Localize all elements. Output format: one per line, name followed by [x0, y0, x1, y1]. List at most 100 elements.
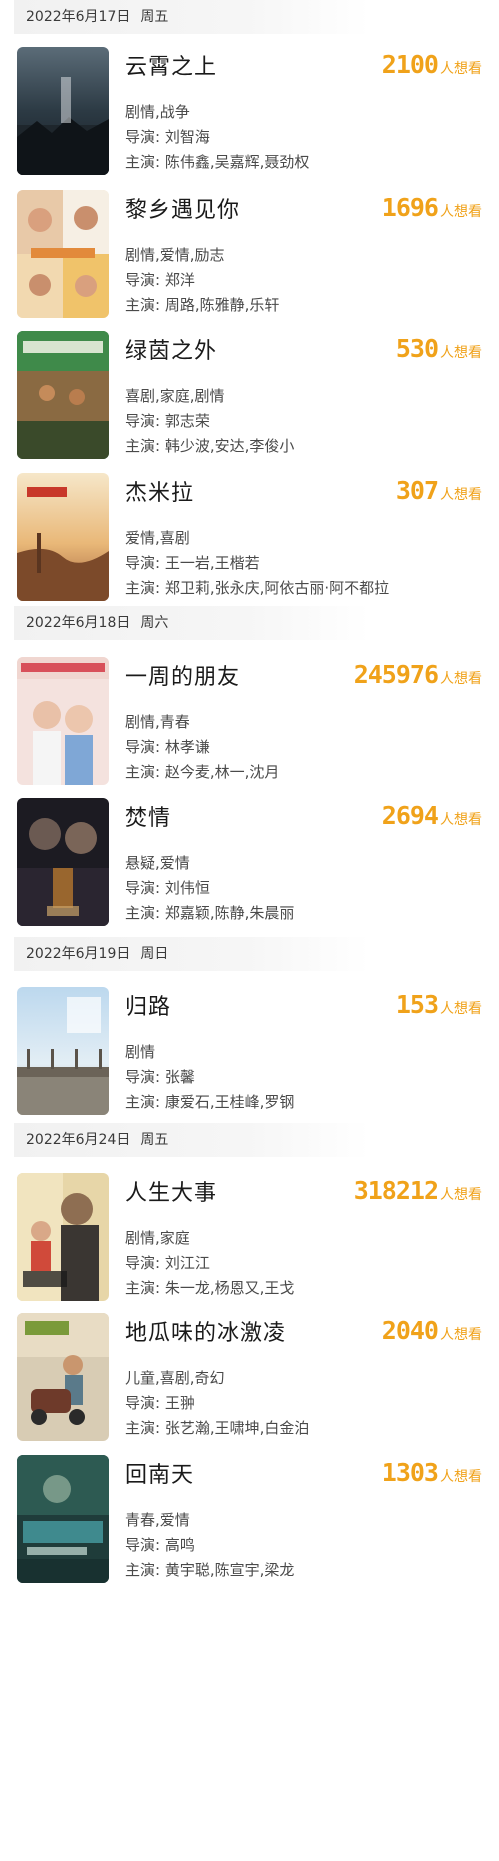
poster-image[interactable]	[17, 798, 109, 926]
want-suffix: 人想看	[440, 1469, 482, 1485]
director-label: 导演:	[125, 412, 165, 430]
movie-item[interactable]: 杰米拉 307 人想看 爱情,喜剧 导演: 王一岩,王楷若 主演: 郑卫莉,张永庆…	[0, 473, 499, 605]
movie-cast: 主演: 张艺瀚,王啸坤,白金泊	[125, 1417, 309, 1438]
poster-art	[17, 47, 109, 175]
movie-title[interactable]: 绿茵之外	[125, 333, 217, 365]
movie-genres: 青春,爱情	[125, 1511, 190, 1529]
movie-title[interactable]: 云霄之上	[125, 49, 217, 81]
movie-cast: 主演: 郑卫莉,张永庆,阿依古丽·阿不都拉	[125, 577, 389, 598]
movie-release-list: 2022年6月17日 周五 云霄之上 2100 人想看 剧情,战争 导演: 刘智海 …	[0, 0, 499, 1861]
cast-names: 张艺瀚,王啸坤,白金泊	[164, 1419, 310, 1437]
movie-item[interactable]: 云霄之上 2100 人想看 剧情,战争 导演: 刘智海 主演: 陈伟鑫,吴嘉辉,聂…	[0, 47, 499, 179]
director-name: 王一岩,王楷若	[164, 554, 260, 572]
want-count: 2694	[381, 801, 439, 830]
poster-image[interactable]	[17, 657, 109, 785]
movie-cast: 主演: 朱一龙,杨恩又,王戈	[125, 1277, 294, 1298]
poster-image[interactable]	[17, 1173, 109, 1301]
movie-title[interactable]: 一周的朋友	[125, 659, 240, 691]
want-suffix: 人想看	[440, 204, 482, 220]
weekday-text: 周日	[140, 946, 169, 962]
want-suffix: 人想看	[440, 487, 482, 503]
cast-names: 朱一龙,杨恩又,王戈	[164, 1279, 295, 1297]
movie-title[interactable]: 黎乡遇见你	[125, 192, 240, 224]
director-name: 郑洋	[164, 271, 195, 289]
poster-image[interactable]	[17, 47, 109, 175]
date-header: 2022年6月17日 周五	[14, 0, 370, 34]
date-header: 2022年6月18日 周六	[14, 606, 370, 640]
director-name: 高鸣	[164, 1536, 195, 1554]
movie-director: 导演: 林孝谦	[125, 736, 210, 757]
movie-genres: 剧情,家庭	[125, 1229, 190, 1247]
want-to-see: 153 人想看	[396, 990, 482, 1019]
cast-names: 韩少波,安达,李俊小	[164, 437, 295, 455]
movie-title[interactable]: 归路	[125, 989, 171, 1021]
director-label: 导演:	[125, 879, 165, 897]
director-name: 刘智海	[164, 128, 210, 146]
poster-image[interactable]	[17, 331, 109, 459]
cast-names: 康爱石,王桂峰,罗钢	[164, 1093, 295, 1111]
cast-names: 陈伟鑫,吴嘉辉,聂劲权	[164, 153, 310, 171]
poster-image[interactable]	[17, 473, 109, 601]
movie-cast: 主演: 韩少波,安达,李俊小	[125, 435, 294, 456]
want-count: 318212	[353, 1176, 439, 1205]
movie-director: 导演: 刘智海	[125, 126, 210, 147]
cast-label: 主演:	[125, 763, 165, 781]
movie-item[interactable]: 焚情 2694 人想看 悬疑,爱情 导演: 刘伟恒 主演: 郑嘉颖,陈静,朱晨丽	[0, 798, 499, 930]
want-to-see: 1303 人想看	[382, 1458, 482, 1487]
movie-genres: 爱情,喜剧	[125, 529, 190, 547]
movie-cast: 主演: 郑嘉颖,陈静,朱晨丽	[125, 902, 294, 923]
poster-image[interactable]	[17, 1455, 109, 1583]
movie-director: 导演: 郭志荣	[125, 410, 210, 431]
director-label: 导演:	[125, 554, 165, 572]
want-suffix: 人想看	[440, 812, 482, 828]
movie-genres: 剧情,爱情,励志	[125, 246, 225, 264]
director-label: 导演:	[125, 1394, 165, 1412]
movie-genres: 喜剧,家庭,剧情	[125, 387, 225, 405]
date-text: 2022年6月24日	[26, 1132, 131, 1148]
want-to-see: 307 人想看	[396, 476, 482, 505]
director-name: 刘江江	[164, 1254, 210, 1272]
date-header: 2022年6月19日 周日	[14, 937, 370, 971]
cast-names: 郑卫莉,张永庆,阿依古丽·阿不都拉	[164, 579, 390, 597]
poster-art	[17, 798, 109, 926]
movie-item[interactable]: 黎乡遇见你 1696 人想看 剧情,爱情,励志 导演: 郑洋 主演: 周路,陈雅静…	[0, 190, 499, 322]
movie-cast: 主演: 康爱石,王桂峰,罗钢	[125, 1091, 294, 1112]
movie-title[interactable]: 杰米拉	[125, 475, 194, 507]
director-name: 王翀	[164, 1394, 195, 1412]
movie-item[interactable]: 一周的朋友 245976 人想看 剧情,青春 导演: 林孝谦 主演: 赵今麦,林一…	[0, 657, 499, 789]
movie-title[interactable]: 人生大事	[125, 1175, 217, 1207]
movie-item[interactable]: 绿茵之外 530 人想看 喜剧,家庭,剧情 导演: 郭志荣 主演: 韩少波,安达,…	[0, 331, 499, 463]
movie-cast: 主演: 陈伟鑫,吴嘉辉,聂劲权	[125, 151, 309, 172]
director-label: 导演:	[125, 1254, 165, 1272]
movie-genres: 剧情,战争	[125, 103, 190, 121]
poster-image[interactable]	[17, 190, 109, 318]
date-text: 2022年6月19日	[26, 946, 131, 962]
movie-item[interactable]: 回南天 1303 人想看 青春,爱情 导演: 高鸣 主演: 黄宇聪,陈宣宇,梁龙	[0, 1455, 499, 1587]
movie-item[interactable]: 归路 153 人想看 剧情 导演: 张馨 主演: 康爱石,王桂峰,罗钢	[0, 987, 499, 1119]
poster-image[interactable]	[17, 1313, 109, 1441]
poster-art	[17, 190, 109, 318]
cast-names: 周路,陈雅静,乐轩	[164, 296, 280, 314]
date-header: 2022年6月24日 周五	[14, 1123, 370, 1157]
poster-art	[17, 331, 109, 459]
cast-label: 主演:	[125, 904, 165, 922]
cast-names: 郑嘉颖,陈静,朱晨丽	[164, 904, 295, 922]
director-label: 导演:	[125, 128, 165, 146]
weekday-text: 周五	[140, 9, 169, 25]
cast-label: 主演:	[125, 437, 165, 455]
cast-label: 主演:	[125, 153, 165, 171]
movie-title[interactable]: 地瓜味的冰激凌	[125, 1315, 286, 1347]
want-suffix: 人想看	[440, 1187, 482, 1203]
poster-image[interactable]	[17, 987, 109, 1115]
movie-title[interactable]: 焚情	[125, 800, 171, 832]
cast-label: 主演:	[125, 296, 165, 314]
movie-genres: 悬疑,爱情	[125, 854, 190, 872]
movie-item[interactable]: 人生大事 318212 人想看 剧情,家庭 导演: 刘江江 主演: 朱一龙,杨恩又…	[0, 1173, 499, 1305]
want-suffix: 人想看	[440, 345, 482, 361]
weekday-text: 周六	[140, 615, 169, 631]
movie-item[interactable]: 地瓜味的冰激凌 2040 人想看 儿童,喜剧,奇幻 导演: 王翀 主演: 张艺瀚,…	[0, 1313, 499, 1445]
want-suffix: 人想看	[440, 1327, 482, 1343]
movie-title[interactable]: 回南天	[125, 1457, 194, 1489]
want-count: 245976	[353, 660, 439, 689]
poster-art	[17, 1173, 109, 1301]
